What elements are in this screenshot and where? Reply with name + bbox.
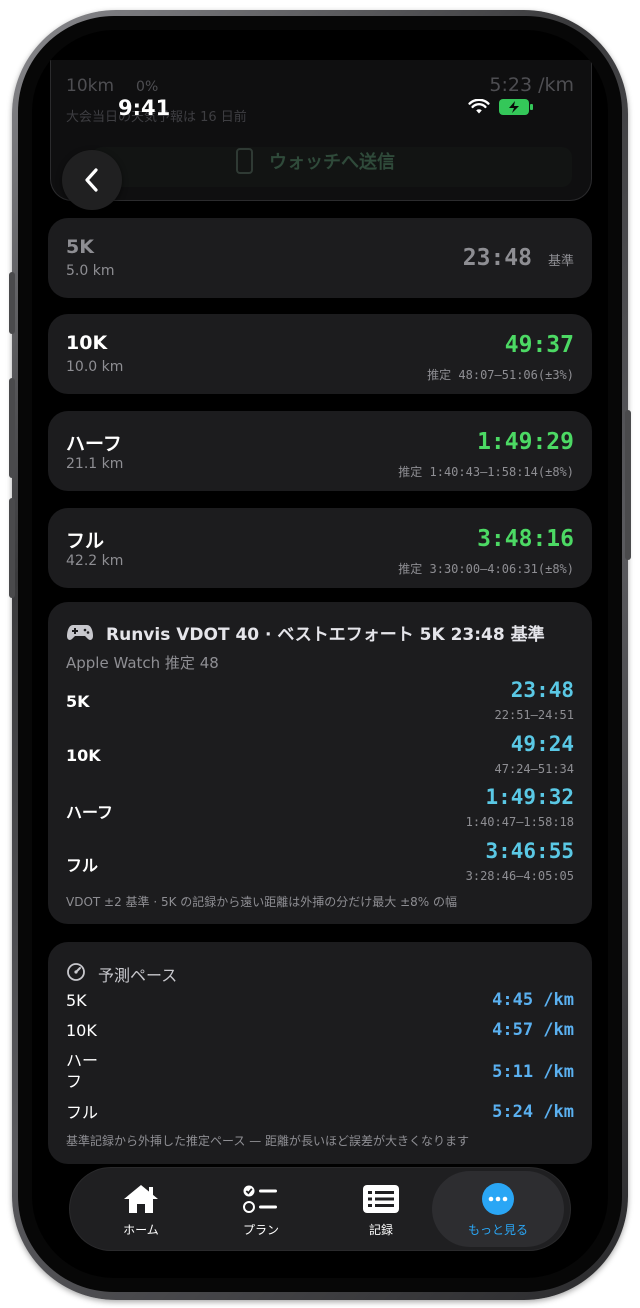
status-time: 9:41 [118, 96, 171, 120]
race-distance: 10km 0% [66, 76, 159, 96]
pace-row-value: 5:24 /km [492, 1102, 574, 1122]
predicted-time: 23:48 [462, 245, 532, 271]
list-icon [363, 1185, 399, 1213]
race-name: 10K [66, 332, 108, 354]
prediction-card-10k[interactable]: 10K 10.0 km 49:37 推定 48:07–51:06(±3%) [48, 314, 592, 394]
prediction-card-5k[interactable]: 5K 5.0 km 23:48 基準 [48, 218, 592, 298]
race-name: フル [66, 530, 105, 552]
ellipsis-icon [482, 1183, 514, 1215]
vdot-row-time: 49:24 [510, 732, 574, 756]
tab-more[interactable]: もっと見る [432, 1171, 564, 1247]
wifi-icon [468, 99, 490, 114]
tab-label: 記録 [368, 1223, 393, 1237]
prediction-range: 推定 1:40:43–1:58:14(±8%) [398, 465, 574, 479]
tab-label: もっと見る [467, 1223, 528, 1237]
vdot-title: Runvis VDOT 40 · ベストエフォート 5K 23:48 基準 [106, 625, 545, 645]
back-button[interactable] [62, 150, 122, 210]
predicted-time: 1:49:29 [477, 429, 574, 455]
prediction-range: 推定 3:30:00–4:06:31(±8%) [398, 562, 574, 576]
prediction-card-half[interactable]: ハーフ 21.1 km 1:49:29 推定 1:40:43–1:58:14(±… [48, 411, 592, 491]
vdot-row-range: 3:28:46–4:05:05 [465, 869, 574, 883]
status-icons [468, 98, 534, 116]
watch-icon [236, 148, 253, 174]
pace-row-label: 10K [66, 1021, 97, 1040]
baseline-badge: 基準 [547, 254, 574, 269]
predicted-time: 3:48:16 [477, 526, 574, 552]
tab-home[interactable]: ホーム [86, 1168, 196, 1250]
prediction-range: 推定 48:07–51:06(±3%) [427, 368, 574, 382]
vdot-row-label: 10K [66, 746, 101, 765]
volume-down-button [9, 498, 15, 598]
send-to-watch-label: ウォッチへ送信 [269, 152, 395, 173]
prediction-card-full[interactable]: フル 42.2 km 3:48:16 推定 3:30:00–4:06:31(±8… [48, 508, 592, 588]
vdot-row-range: 22:51–24:51 [494, 708, 574, 722]
speedometer-icon [67, 963, 85, 981]
progress-percent: 0% [136, 79, 159, 95]
pace-row-value: 5:11 /km [492, 1062, 574, 1082]
action-button [9, 272, 15, 334]
tab-label: プラン [242, 1223, 279, 1237]
pace-row-label: ハーフ [66, 1051, 99, 1091]
vdot-row-range: 47:24–51:34 [494, 762, 574, 776]
vdot-row-label: フル [66, 856, 99, 875]
chevron-left-icon [85, 168, 98, 192]
tab-plan[interactable]: プラン [206, 1168, 316, 1250]
pace-card: 予測ペース 5K 4:45 /km 10K 4:57 /km ハーフ 5:11 … [48, 942, 592, 1164]
vdot-row-label: 5K [66, 692, 90, 711]
race-name: 5K [66, 236, 94, 258]
race-distance: 10.0 km [66, 359, 124, 375]
pace-row-label: 5K [66, 991, 87, 1010]
race-distance: 42.2 km [66, 553, 124, 569]
vdot-row-range: 1:40:47–1:58:18 [465, 815, 574, 829]
race-distance: 5.0 km [66, 263, 115, 279]
power-button [625, 410, 631, 560]
house-icon [124, 1185, 158, 1213]
pace-row-label: フル [66, 1103, 99, 1122]
vdot-row-label: ハーフ [66, 803, 114, 822]
pace-row-value: 4:45 /km [492, 990, 574, 1010]
battery-charging-icon [499, 99, 533, 115]
tab-records[interactable]: 記録 [326, 1168, 436, 1250]
vdot-subtitle: Apple Watch 推定 48 [66, 654, 219, 672]
tab-label: ホーム [123, 1223, 159, 1237]
vdot-row-time: 23:48 [510, 678, 574, 702]
tab-bar: ホーム プラン 記録 もっと見る [70, 1168, 570, 1250]
race-distance: 21.1 km [66, 456, 124, 472]
pace-note: 基準記録から外挿した推定ペース — 距離が長いほど誤差が大きくなります [66, 1134, 470, 1148]
pace-row-value: 4:57 /km [492, 1020, 574, 1040]
vdot-row-time: 1:49:32 [485, 785, 574, 809]
vdot-row-time: 3:46:55 [485, 839, 574, 863]
checklist-icon [243, 1185, 277, 1213]
pace-title: 予測ペース [98, 966, 178, 985]
gamecontroller-icon [67, 625, 93, 640]
target-pace: 5:23 /km [489, 74, 574, 96]
screen: 10km 0% 5:23 /km 大会当日の天気予報は 16 日前 ウォッチへ送信… [32, 30, 608, 1278]
vdot-note: VDOT ±2 基準 · 5K の記録から遠い距離は外挿の分だけ最大 ±8% の… [66, 895, 458, 909]
race-name: ハーフ [66, 433, 122, 455]
volume-up-button [9, 378, 15, 478]
vdot-card: Runvis VDOT 40 · ベストエフォート 5K 23:48 基準 Ap… [48, 602, 592, 924]
predicted-time: 49:37 [504, 332, 574, 358]
